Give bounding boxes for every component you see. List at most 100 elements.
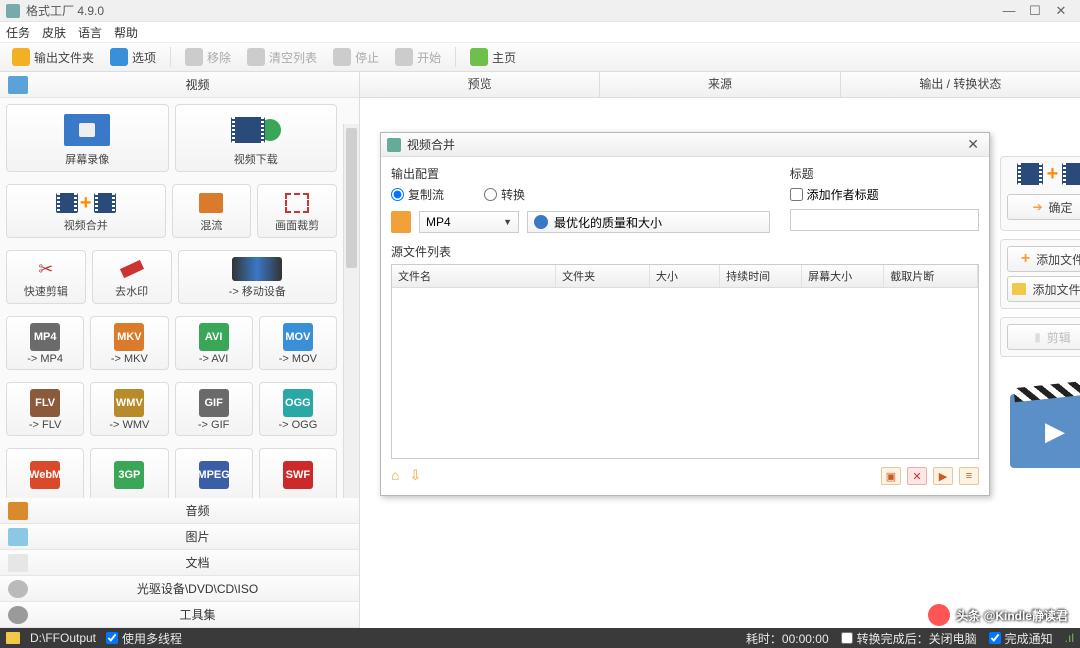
crop-icon[interactable]: ▣ [881, 467, 901, 485]
notify-checkbox[interactable]: 完成通知 [989, 630, 1053, 647]
dialog-title: 视频合并 [407, 136, 963, 153]
category-picture[interactable]: 图片 [0, 524, 359, 550]
tile-画面裁剪[interactable]: 画面裁剪 [257, 184, 337, 238]
tile-视频下载[interactable]: 视频下载 [175, 104, 338, 172]
merge-icon: + [1007, 163, 1080, 186]
tile--> OGG[interactable]: OGG-> OGG [259, 382, 337, 436]
tile--> GIF[interactable]: GIF-> GIF [175, 382, 253, 436]
watermark: 头条 @Kindle静读君 [928, 604, 1068, 626]
col-4[interactable]: 屏幕大小 [802, 265, 884, 287]
output-config-label: 输出配置 [391, 165, 770, 182]
video-merge-dialog: 视频合并 ✕ 输出配置 复制流 转换 MP4▼ 最优化的质量和大小 [380, 132, 990, 496]
col-3[interactable]: 持续时间 [720, 265, 802, 287]
close-button[interactable]: ✕ [1048, 3, 1074, 19]
radio-copy-stream[interactable]: 复制流 [391, 186, 444, 203]
video-icon [8, 76, 28, 94]
toolbar-移除: 移除 [179, 46, 237, 68]
list-icon[interactable]: ≡ [959, 467, 979, 485]
dialog-close-button[interactable]: ✕ [963, 136, 983, 153]
radio-convert[interactable]: 转换 [484, 186, 525, 203]
toolbar-停止: 停止 [327, 46, 385, 68]
add-author-checkbox[interactable]: 添加作者标题 [790, 186, 979, 203]
play-icon[interactable]: ▶ [933, 467, 953, 485]
scrollbar[interactable] [343, 124, 359, 498]
dialog-icon [387, 138, 401, 152]
category-label: 视频 [36, 76, 359, 93]
tab-output-status[interactable]: 输出 / 转换状态 [841, 72, 1080, 97]
status-bar: D:\FFOutput 使用多线程 耗时：00:00:00 转换完成后：关闭电脑… [0, 628, 1080, 648]
ok-button[interactable]: ➔确定 [1007, 194, 1080, 220]
app-icon [6, 4, 20, 18]
tile-fmt[interactable]: WebM [6, 448, 84, 498]
toolbar: 输出文件夹选项移除清空列表停止开始主页 [0, 42, 1080, 72]
toolbar-选项[interactable]: 选项 [104, 46, 162, 68]
disc-icon [8, 580, 28, 598]
after-done-checkbox[interactable]: 转换完成后：关闭电脑 [841, 630, 977, 647]
tile--> MKV[interactable]: MKV-> MKV [90, 316, 168, 370]
right-pane: 预览 来源 输出 / 转换状态 视频合并 ✕ 输出配置 复制流 转换 [360, 72, 1080, 628]
menu-task[interactable]: 任务 [6, 24, 30, 41]
tile--> MOV[interactable]: MOV-> MOV [259, 316, 337, 370]
tools-icon [8, 606, 28, 624]
down-arrow-icon[interactable]: ⇩ [409, 467, 421, 485]
dialog-side-actions: + ➔确定 +添加文件 添加文件夹 ▮剪辑 [1000, 156, 1080, 357]
picture-icon [8, 528, 28, 546]
tab-preview[interactable]: 预览 [360, 72, 600, 97]
multithread-checkbox[interactable]: 使用多线程 [106, 630, 182, 647]
toolbar-开始: 开始 [389, 46, 447, 68]
category-disc[interactable]: 光驱设备\DVD\CD\ISO [0, 576, 359, 602]
tile-快速剪辑[interactable]: ✂快速剪辑 [6, 250, 86, 304]
maximize-button[interactable]: ☐ [1022, 3, 1048, 19]
optimize-button[interactable]: 最优化的质量和大小 [527, 211, 770, 233]
tile--> FLV[interactable]: FLV-> FLV [6, 382, 84, 436]
col-1[interactable]: 文件夹 [556, 265, 650, 287]
home-icon[interactable]: ⌂ [391, 467, 399, 485]
format-combo[interactable]: MP4▼ [419, 211, 519, 233]
category-document[interactable]: 文档 [0, 550, 359, 576]
tile--> 移动设备[interactable]: -> 移动设备 [178, 250, 338, 304]
watermark-icon [928, 604, 950, 626]
cut-button[interactable]: ▮剪辑 [1007, 324, 1080, 350]
audio-icon [8, 502, 28, 520]
toolbar-输出文件夹[interactable]: 输出文件夹 [6, 46, 100, 68]
menu-help[interactable]: 帮助 [114, 24, 138, 41]
minimize-button[interactable]: — [996, 3, 1022, 18]
left-pane: 视频 屏幕录像视频下载 +视频合并混流画面裁剪 ✂快速剪辑去水印-> 移动设备 … [0, 72, 360, 628]
document-icon [8, 554, 28, 572]
tile-视频合并[interactable]: +视频合并 [6, 184, 166, 238]
col-0[interactable]: 文件名 [392, 265, 556, 287]
add-file-button[interactable]: +添加文件 [1007, 246, 1080, 272]
tile--> WMV[interactable]: WMV-> WMV [90, 382, 168, 436]
folder-icon [6, 632, 20, 644]
tile--> MP4[interactable]: MP4-> MP4 [6, 316, 84, 370]
tab-source[interactable]: 来源 [600, 72, 840, 97]
tile-屏幕录像[interactable]: 屏幕录像 [6, 104, 169, 172]
app-title: 格式工厂 4.9.0 [26, 2, 996, 19]
output-path[interactable]: D:\FFOutput [30, 631, 96, 645]
col-5[interactable]: 截取片断 [884, 265, 978, 287]
category-tools[interactable]: 工具集 [0, 602, 359, 628]
col-2[interactable]: 大小 [650, 265, 720, 287]
menu-bar: 任务 皮肤 语言 帮助 [0, 22, 1080, 42]
title-input[interactable] [790, 209, 979, 231]
toolbar-清空列表: 清空列表 [241, 46, 323, 68]
tile-fmt[interactable]: SWF [259, 448, 337, 498]
tile-去水印[interactable]: 去水印 [92, 250, 172, 304]
tile-fmt[interactable]: 3GP [90, 448, 168, 498]
toolbar-主页[interactable]: 主页 [464, 46, 522, 68]
menu-language[interactable]: 语言 [78, 24, 102, 41]
tile-混流[interactable]: 混流 [172, 184, 252, 238]
folder-icon [1012, 283, 1026, 295]
add-folder-button[interactable]: 添加文件夹 [1007, 276, 1080, 302]
remove-icon[interactable]: ✕ [907, 467, 927, 485]
category-audio[interactable]: 音频 [0, 498, 359, 524]
category-video[interactable]: 视频 [0, 72, 359, 98]
tile-fmt[interactable]: MPEG [175, 448, 253, 498]
title-bar: 格式工厂 4.9.0 — ☐ ✕ [0, 0, 1080, 22]
source-list-label: 源文件列表 [391, 243, 979, 260]
format-icon [391, 211, 411, 233]
menu-skin[interactable]: 皮肤 [42, 24, 66, 41]
source-table-body [392, 288, 978, 458]
tile--> AVI[interactable]: AVI-> AVI [175, 316, 253, 370]
preview-thumb: ▶ [1010, 394, 1080, 468]
